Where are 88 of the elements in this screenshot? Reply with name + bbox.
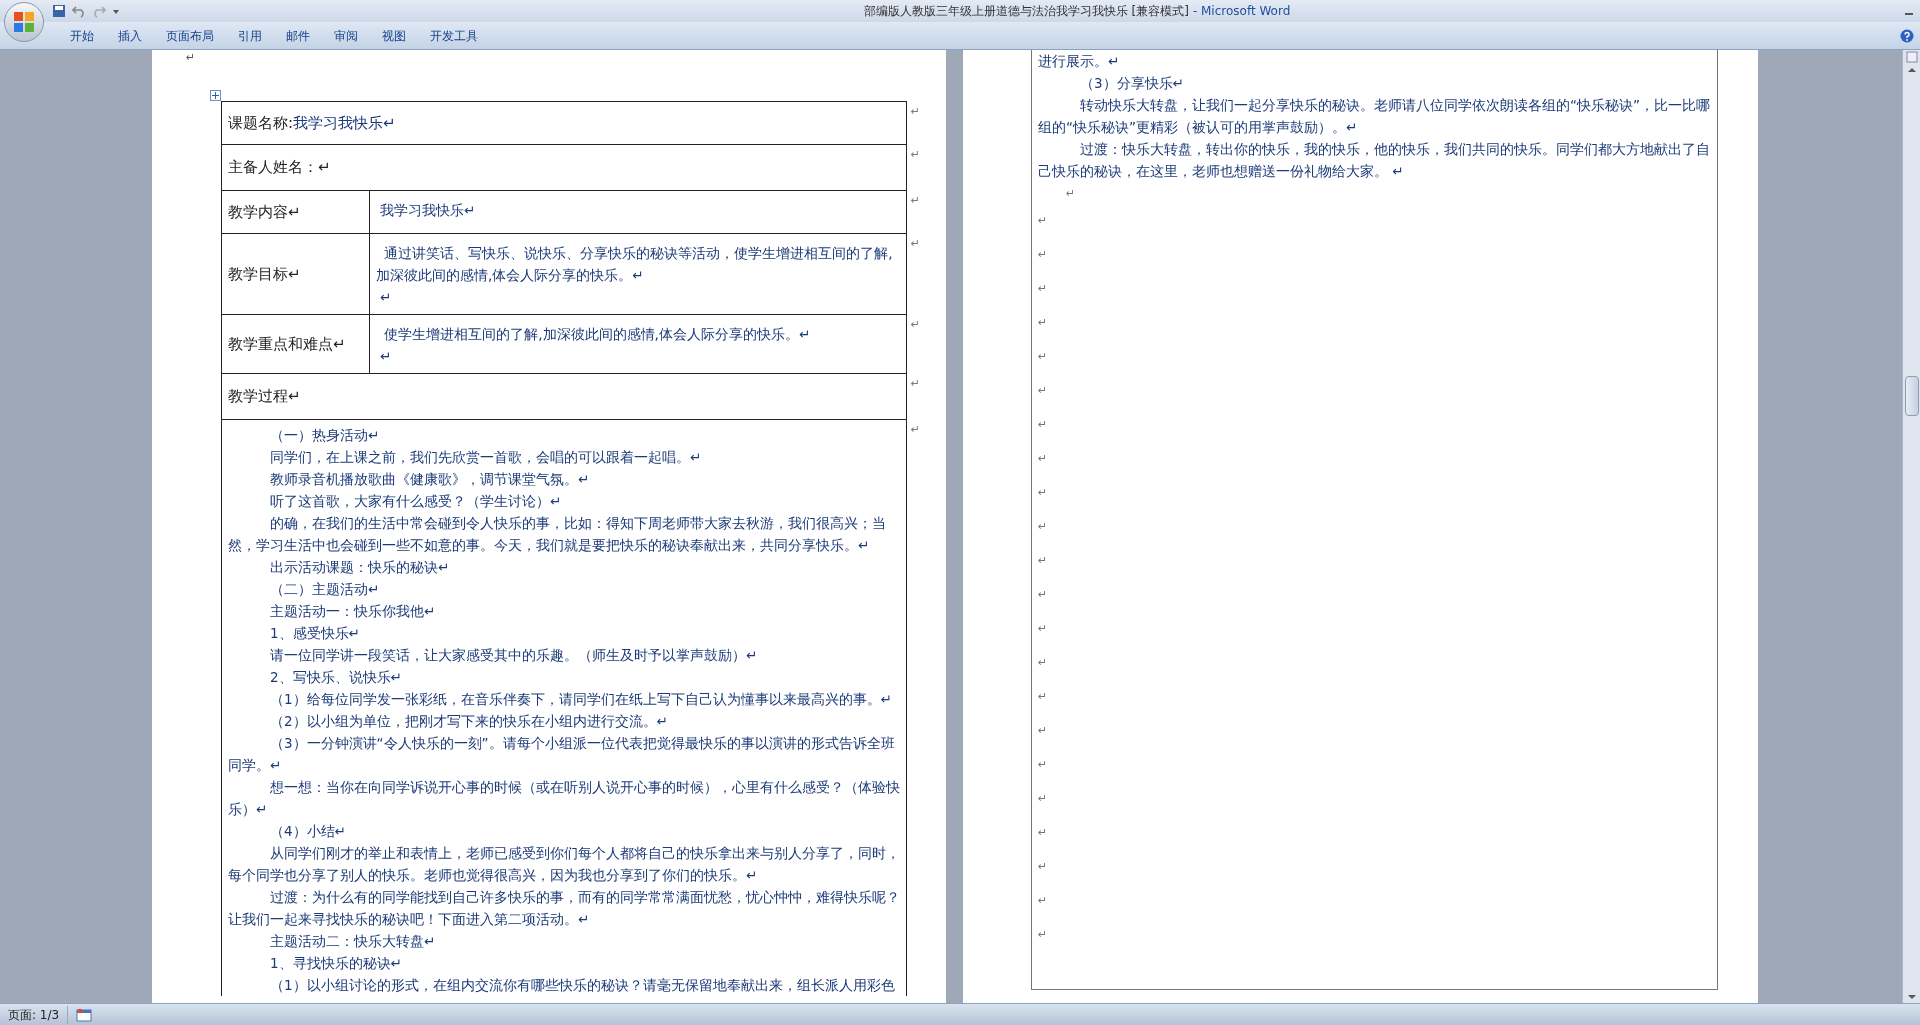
paragraph: 2、写快乐、说快乐↵ (269, 668, 403, 687)
paragraph-mark: ↵ (1038, 792, 1048, 805)
paragraph-mark: ↵ (1038, 486, 1048, 499)
paragraph-mark: ↵ (1038, 588, 1048, 601)
paragraph: （1）以小组讨论的形式，在组内交流你有哪些快乐的秘诀？请毫无保留地奉献出来，组长派人用彩色 (269, 976, 896, 995)
cell-text: 使学生增进相互间的了解,加深彼此间的感情,体会人际分享的快乐。↵ (383, 325, 812, 344)
dropdown-icon[interactable] (112, 7, 120, 15)
row-end-mark: ↵ (910, 236, 920, 252)
cell-text: 通过讲笑话、写快乐、说快乐、分享快乐的秘诀等活动，使学生增进相互间的了解,加深彼此间的感情,体会人际分享的快乐。↵ (376, 244, 894, 285)
paragraph-mark: ↵ (1038, 554, 1048, 567)
paragraph: 请一位同学讲一段笑话，让大家感受其中的乐趣。（师生及时予以掌声鼓励）↵ (269, 646, 759, 665)
app-name: - Microsoft Word (1192, 3, 1291, 20)
paragraph: 想一想：当你在向同学诉说开心事的时候（或在听别人说开心事的时候），心里有什么感受？（体验快乐）↵ (228, 778, 900, 819)
scroll-thumb[interactable] (1904, 376, 1919, 416)
save-icon[interactable] (52, 4, 66, 18)
row-end-mark: ↵ (910, 104, 920, 120)
paragraph-mark: ↵ (186, 50, 196, 66)
paragraph-mark: ↵ (1038, 520, 1048, 533)
paragraph-mark: ↵ (1038, 758, 1048, 771)
paragraph: 的确，在我们的生活中常会碰到令人快乐的事，比如：得知下周老师带大家去秋游，我们很高兴；当然，学习生活中也会碰到一些不如意的事。今天，我们就是要把快乐的秘诀奉献出来，共同分享快乐。↵ (228, 514, 887, 555)
row-end-mark: ↵ (910, 422, 920, 438)
paragraph: 1、感受快乐↵ (269, 624, 361, 643)
paragraph: （3）分享快乐↵ (1079, 74, 1185, 93)
paragraph: 主题活动二：快乐大转盘↵ (269, 932, 437, 951)
paragraph-mark: ↵ (1038, 248, 1048, 261)
row-end-mark: ↵ (910, 376, 920, 392)
paragraph: 过渡：为什么有的同学能找到自己许多快乐的事，而有的同学常常满面忧愁，忧心忡忡，难得快乐呢？让我们一起来寻找快乐的秘诀吧！下面进入第二项活动。↵ (228, 888, 900, 929)
ribbon-tab[interactable]: 邮件 (274, 26, 322, 45)
paragraph: 进行展示。↵ (1038, 52, 1121, 71)
cell-label: 主备人姓名：↵ (228, 157, 331, 179)
paragraph: 教师录音机播放歌曲《健康歌》，调节课堂气氛。↵ (269, 470, 591, 489)
cell-text: ↵ (379, 347, 393, 366)
help-icon[interactable] (1900, 28, 1914, 43)
cell-label: 教学内容↵ (228, 201, 301, 223)
paragraph-mark: ↵ (1038, 214, 1048, 227)
paragraph-mark: ↵ (1038, 826, 1048, 839)
paragraph-mark: ↵ (1038, 622, 1048, 635)
paragraph-mark: ↵ (1066, 187, 1076, 200)
paragraph-mark: ↵ (1038, 282, 1048, 295)
paragraph: 过渡：快乐大转盘，转出你的快乐，我的快乐，他的快乐，我们共同的快乐。同学们都大方地献出了自己快乐的秘诀，在这里，老师也想赠送一份礼物给大家。 ↵ (1038, 140, 1711, 181)
paragraph: 听了这首歌，大家有什么感受？（学生讨论）↵ (269, 492, 563, 511)
paragraph: （2）以小组为单位，把刚才写下来的快乐在小组内进行交流。↵ (269, 712, 669, 731)
paragraph: （1）给每位同学发一张彩纸，在音乐伴奏下，请同学们在纸上写下自己认为懂事以来最高兴的事。↵ (269, 690, 893, 709)
paragraph-mark: ↵ (1038, 928, 1048, 941)
office-logo-icon (13, 11, 35, 33)
ribbon-tab[interactable]: 视图 (370, 26, 418, 45)
cell-label: 课题名称: (228, 112, 294, 134)
paragraph-mark: ↵ (1038, 418, 1048, 431)
paragraph: 从同学们刚才的举止和表情上，老师已感受到你们每个人都将自己的快乐拿出来与别人分享了，同时，每个同学也分享了别人的快乐。老师也觉得很高兴，因为我也分享到了你们的快乐。↵ (228, 844, 900, 885)
undo-icon[interactable] (72, 4, 86, 18)
table-move-handle-icon[interactable] (210, 90, 221, 101)
vertical-scrollbar[interactable] (1902, 50, 1920, 1003)
paragraph: （4）小结↵ (269, 822, 347, 841)
ribbon-tab[interactable]: 引用 (226, 26, 274, 45)
ribbon-tab[interactable]: 页面布局 (154, 26, 226, 45)
paragraph: （一）热身活动↵ (269, 426, 381, 445)
paragraph-mark: ↵ (1038, 690, 1048, 703)
paragraph-mark: ↵ (1038, 656, 1048, 669)
cell-text: ↵ (379, 288, 393, 307)
office-button[interactable] (4, 2, 44, 42)
ribbon-tab[interactable]: 开发工具 (418, 26, 490, 45)
paragraph: （二）主题活动↵ (269, 580, 381, 599)
cell-text: 我学习我快乐↵ (379, 201, 477, 220)
paragraph: 同学们，在上课之前，我们先欣赏一首歌，会唱的可以跟着一起唱。↵ (269, 448, 703, 467)
row-end-mark: ↵ (910, 193, 920, 209)
paragraph-mark: ↵ (1038, 724, 1048, 737)
page-indicator: 页面: 1/3 (0, 1005, 69, 1024)
paragraph-mark: ↵ (1038, 452, 1048, 465)
paragraph-mark: ↵ (1038, 894, 1048, 907)
ribbon-tab[interactable]: 审阅 (322, 26, 370, 45)
ribbon-tab[interactable]: 开始 (58, 26, 106, 45)
paragraph-mark: ↵ (1038, 860, 1048, 873)
paragraph: 1、寻找快乐的秘诀↵ (269, 954, 403, 973)
paragraph: 出示活动课题：快乐的秘诀↵ (269, 558, 451, 577)
paragraph: 主题活动一：快乐你我他↵ (269, 602, 437, 621)
paragraph: （3）一分钟演讲“令人快乐的一刻”。请每个小组派一位代表把觉得最快乐的事以演讲的形式告诉全班同学。↵ (228, 734, 896, 775)
cell-value: 我学习我快乐↵ (293, 112, 396, 134)
cell-label: 教学目标↵ (228, 263, 301, 285)
paragraph-mark: ↵ (1038, 316, 1048, 329)
paragraph: 转动快乐大转盘，让我们一起分享快乐的秘诀。老师请八位同学依次朗读各组的“快乐秘诀”，比一比哪组的“快乐秘诀”更精彩（被认可的用掌声鼓励）。↵ (1038, 96, 1711, 137)
ribbon-tab[interactable]: 插入 (106, 26, 154, 45)
row-end-mark: ↵ (910, 147, 920, 163)
cell-label: 教学重点和难点↵ (228, 333, 346, 355)
paragraph-mark: ↵ (1038, 350, 1048, 363)
paragraph-mark: ↵ (1038, 384, 1048, 397)
cell-label: 教学过程↵ (228, 386, 301, 408)
window-title: 部编版人教版三年级上册道德与法治我学习我快乐 [兼容模式] (863, 3, 1189, 20)
row-end-mark: ↵ (910, 317, 920, 333)
